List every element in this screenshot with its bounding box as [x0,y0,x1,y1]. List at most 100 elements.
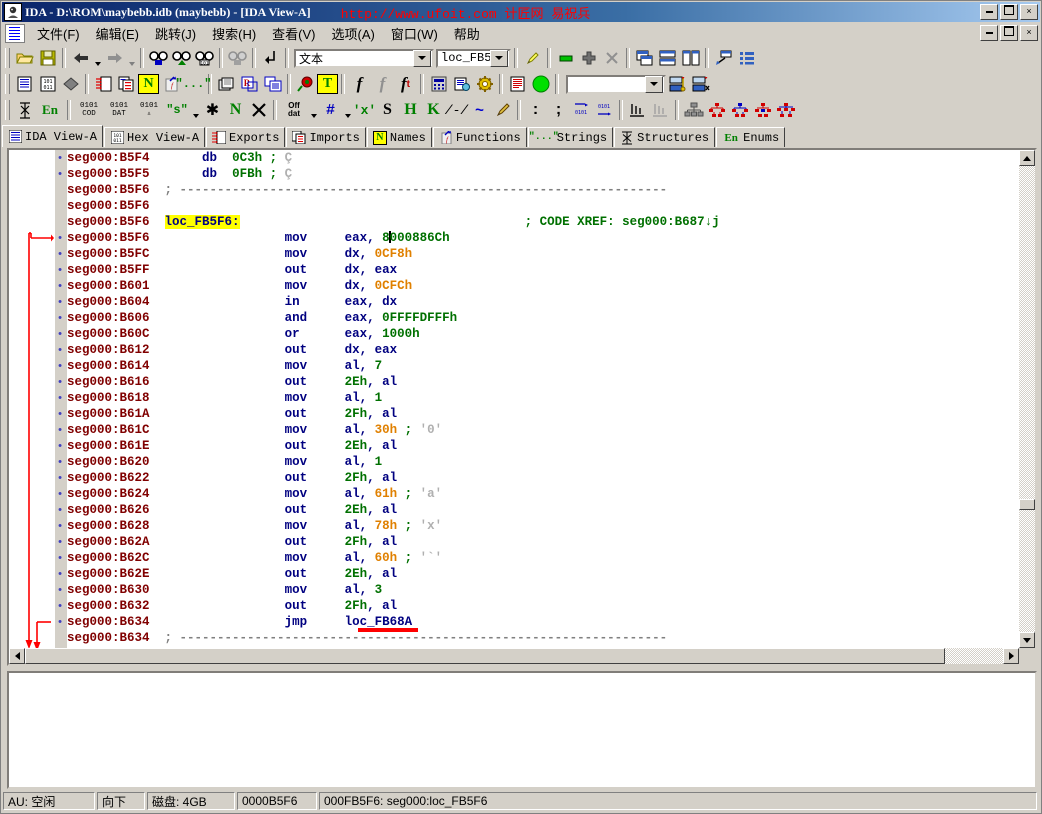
debugger-combo-arrow-icon[interactable] [645,75,663,93]
tab-names[interactable]: N Names [366,127,432,147]
disassembly-line[interactable]: seg000:B61A out 2Fh, al [67,406,1035,422]
colon-icon[interactable]: : [524,99,547,121]
mdi-close-button[interactable]: × [1020,25,1038,41]
xrefs-to-icon[interactable] [705,99,728,121]
disassembly-line[interactable]: seg000:B614 mov al, 7 [67,358,1035,374]
debugger-combo[interactable] [566,74,666,94]
make-string-icon[interactable]: "s" [164,99,190,121]
disassembly-line[interactable]: seg000:B626 out 2Eh, al [67,502,1035,518]
name-combo-arrow-icon[interactable] [490,49,508,67]
name-combo[interactable]: loc_FB5F6 [436,48,511,68]
open-segments-icon[interactable] [215,73,238,95]
menu-item-file[interactable]: 文件(F) [29,22,88,45]
save-file-icon[interactable] [36,47,59,69]
tab-imports[interactable]: Imports [286,127,366,147]
stack-var-icon[interactable]: K [422,99,445,121]
type-combo[interactable]: 文本 [294,48,434,68]
make-code-icon[interactable]: 0101 COD [74,99,104,121]
toolbar3-grip[interactable] [5,100,10,120]
disassembly-line[interactable]: seg000:B62A out 2Fh, al [67,534,1035,550]
menu-item-edit[interactable]: 编辑(E) [88,22,147,45]
scroll-left-button[interactable] [9,648,25,664]
flow-chart-icon[interactable] [682,99,705,121]
disassembly-listing[interactable]: seg000:B5F4 db 0C3h ; Çseg000:B5F5 db 0F… [67,150,1035,664]
run-program-icon[interactable] [529,73,552,95]
disassembly-line[interactable]: seg000:B616 out 2Eh, al [67,374,1035,390]
menu-item-view[interactable]: 查看(V) [264,22,323,45]
semicolon-icon[interactable]: ; [547,99,570,121]
search-icon[interactable] [147,47,170,69]
disassembly-line[interactable]: seg000:B620 mov al, 1 [67,454,1035,470]
make-struct-icon[interactable]: 0101 ▵ [134,99,164,121]
hash-number-icon[interactable]: # [319,99,342,121]
tab-structures[interactable]: Structures [614,127,716,147]
disassembly-line[interactable]: seg000:B62C mov al, 60h ; '`' [67,550,1035,566]
tab-ida-view-a[interactable]: IDA View-A [2,125,104,147]
struct-out-icon[interactable]: 0101 [593,99,616,121]
menu-item-search[interactable]: 搜索(H) [204,22,264,45]
open-signatures-icon[interactable] [294,73,317,95]
high-operand-icon[interactable]: H [399,99,422,121]
open-file-icon[interactable] [13,47,36,69]
disassembly-line[interactable]: seg000:B5F6 [67,198,1035,214]
array-icon[interactable]: /-/ [445,99,468,121]
disassembly-line[interactable]: seg000:B612 out dx, eax [67,342,1035,358]
vertical-scrollbar[interactable] [1019,150,1035,648]
menu-item-jump[interactable]: 跳转(J) [147,22,204,45]
vertical-scroll-thumb[interactable] [1019,499,1035,510]
tab-hex-view-a[interactable]: 101 011 Hex View-A [104,127,206,147]
navigate-back-dropdown-icon[interactable] [92,44,103,72]
function-calls-icon[interactable]: f [348,73,371,95]
disassembly-line[interactable]: seg000:B630 mov al, 3 [67,582,1035,598]
manual-operand-icon[interactable]: ~ [468,99,491,121]
close-button[interactable]: × [1020,4,1038,20]
search-binary-icon[interactable] [226,47,249,69]
open-names-icon[interactable]: N [138,74,159,94]
menu-item-options[interactable]: 选项(A) [324,22,383,45]
breakpoint-delete-icon[interactable] [600,47,623,69]
undefine-icon[interactable]: ✱ [201,99,224,121]
type-combo-arrow-icon[interactable] [413,49,431,67]
navigate-back-icon[interactable] [69,47,92,69]
disassembly-line[interactable]: seg000:B5F4 db 0C3h ; Ç [67,150,1035,166]
search-hex-icon[interactable]: 101 [193,47,216,69]
disassembly-line[interactable]: seg000:B601 mov dx, 0CFCh [67,278,1035,294]
disassembly-line[interactable]: seg000:B5FF out dx, eax [67,262,1035,278]
calculator-icon[interactable] [427,73,450,95]
ida-view-a-pane[interactable]: • • • • • • • • • • • • • • • • • • • • • • • • • • • seg000:B5F4 … [7,148,1037,666]
tab-functions[interactable]: f Functions [432,127,527,147]
disassembly-line[interactable]: seg000:B5F6 ; --------------------------… [67,182,1035,198]
output-window[interactable] [7,671,1037,789]
segment-icon[interactable]: S [376,99,399,121]
disassembly-line[interactable]: seg000:B61E out 2Eh, al [67,438,1035,454]
disassembly-line[interactable]: seg000:B634 jmp loc_FB68A [67,614,1035,630]
disassembly-line[interactable]: seg000:B5FC mov dx, 0CF8h [67,246,1035,262]
scroll-right-button[interactable] [1003,648,1019,664]
disassembly-line[interactable]: seg000:B628 mov al, 78h ; 'x' [67,518,1035,534]
tile-vertical-icon[interactable] [679,47,702,69]
open-imports-icon[interactable] [115,73,138,95]
disassembly-line[interactable]: seg000:B632 out 2Fh, al [67,598,1035,614]
rename-icon[interactable]: N [224,99,247,121]
scroll-down-button[interactable] [1019,632,1035,648]
disassembly-line[interactable]: seg000:B60C or eax, 1000h [67,326,1035,342]
navigate-forward-dropdown-icon[interactable] [126,44,137,72]
open-proximity-view-icon[interactable] [59,73,82,95]
tab-enums[interactable]: En Enums [716,127,786,147]
disassembly-line[interactable]: seg000:B5F5 db 0FBh ; Ç [67,166,1035,182]
horizontal-scroll-thumb[interactable] [25,648,945,664]
scroll-up-button[interactable] [1019,150,1035,166]
struct-in-icon[interactable]: 0101 [570,99,593,121]
make-data-icon[interactable]: 0101 DAT [104,99,134,121]
open-type-libraries-icon[interactable]: T [317,74,338,94]
arrange-icons-icon[interactable] [712,47,735,69]
make-string-dropdown-icon[interactable] [190,96,201,124]
horizontal-scrollbar[interactable] [9,648,1019,664]
disassembly-line[interactable]: seg000:B62E out 2Eh, al [67,566,1035,582]
offset-data-icon[interactable]: Off dat [280,99,308,121]
toolbar2-grip[interactable] [5,74,10,94]
disassembly-line[interactable]: seg000:B606 and eax, 0FFFFDFFFh [67,310,1035,326]
callers-graph-icon[interactable] [751,99,774,121]
open-exports-icon[interactable] [92,73,115,95]
open-selectors-icon[interactable] [261,73,284,95]
